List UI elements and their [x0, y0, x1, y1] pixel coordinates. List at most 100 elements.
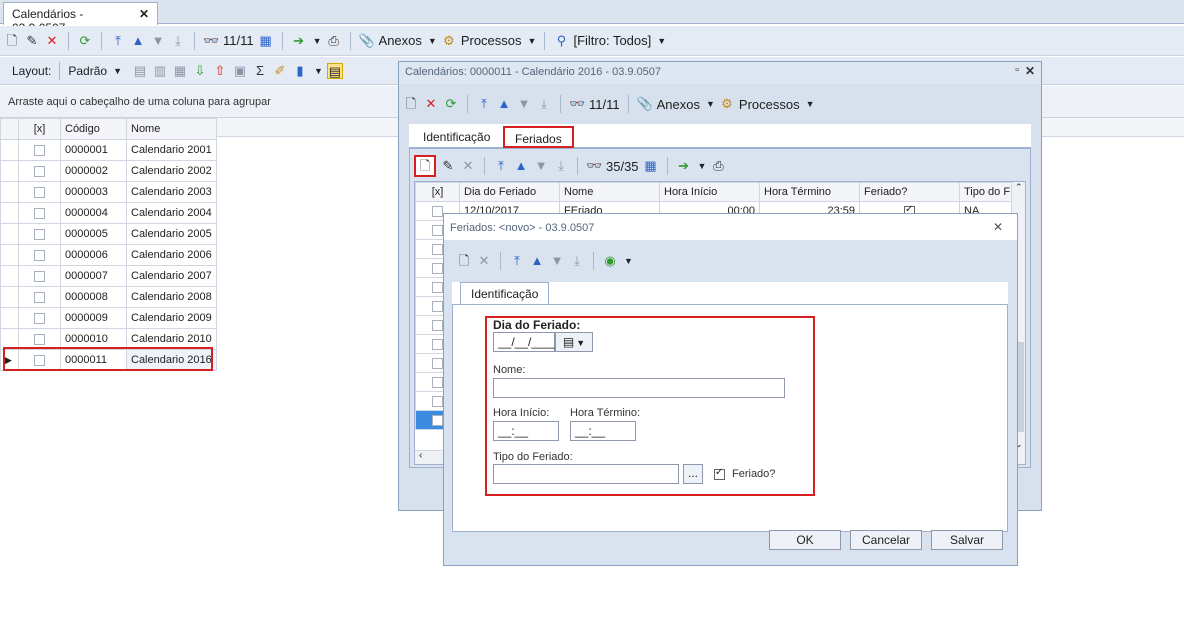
dia-input[interactable]: __/__/____: [493, 332, 558, 352]
new-document-icon[interactable]: 🗋: [456, 253, 472, 269]
row-checkbox[interactable]: [18, 307, 61, 329]
anexos-dropdown-icon[interactable]: ▼: [706, 99, 715, 109]
export-dropdown-icon[interactable]: ▼: [313, 36, 322, 46]
processos-button[interactable]: Processos: [461, 33, 522, 48]
table-row[interactable]: 0000003 Calendario 2003: [0, 181, 217, 203]
table-row[interactable]: 0000002 Calendario 2002: [0, 160, 217, 182]
export-dropdown-icon[interactable]: ▼: [698, 161, 707, 171]
last-record-icon[interactable]: ⤓: [170, 33, 186, 49]
layout-columns-icon[interactable]: ▦: [172, 63, 188, 79]
layout-select[interactable]: Padrão: [68, 64, 107, 78]
delete-icon[interactable]: ✕: [460, 158, 476, 174]
binoculars-icon[interactable]: 👓: [203, 33, 219, 49]
hora-termino-input[interactable]: __:__: [570, 421, 636, 441]
layout-export-icon[interactable]: ⇧: [212, 63, 228, 79]
previous-record-icon[interactable]: ▲: [513, 158, 529, 174]
anexos-dropdown-icon[interactable]: ▼: [428, 36, 437, 46]
next-record-icon[interactable]: ▼: [533, 158, 549, 174]
tab-feriados[interactable]: Feriados: [503, 126, 574, 148]
binoculars-icon[interactable]: 👓: [569, 96, 585, 112]
chart-icon[interactable]: ▮: [292, 63, 308, 79]
new-document-icon[interactable]: 🗋: [4, 33, 20, 49]
scroll-left-icon[interactable]: ‹: [419, 450, 422, 461]
previous-record-icon[interactable]: ▲: [529, 253, 545, 269]
table-row[interactable]: 0000001 Calendario 2001: [0, 139, 217, 161]
tab-identificacao[interactable]: Identificação: [460, 282, 550, 304]
close-tab-icon[interactable]: ✕: [139, 7, 149, 21]
delete-icon[interactable]: ✕: [423, 96, 439, 112]
sum-icon[interactable]: Σ: [252, 63, 268, 79]
row-checkbox[interactable]: [18, 139, 61, 161]
print-icon[interactable]: ⎙: [326, 33, 342, 49]
date-picker-button[interactable]: ▤ ▼: [555, 332, 593, 352]
tipo-input[interactable]: [493, 464, 679, 484]
ok-button[interactable]: OK: [769, 530, 841, 550]
chart-dropdown-icon[interactable]: ▼: [314, 66, 323, 76]
first-record-icon[interactable]: ⤒: [509, 253, 525, 269]
layout-copy-icon[interactable]: ▥: [152, 63, 168, 79]
last-record-icon[interactable]: ⤓: [553, 158, 569, 174]
hora-termino-column-header[interactable]: Hora Término: [759, 182, 860, 202]
first-record-icon[interactable]: ⤒: [476, 96, 492, 112]
last-record-icon[interactable]: ⤓: [536, 96, 552, 112]
anexos-button[interactable]: Anexos: [657, 97, 700, 112]
tab-identificacao[interactable]: Identificação: [413, 126, 500, 148]
processos-dropdown-icon[interactable]: ▼: [528, 36, 537, 46]
refresh-icon[interactable]: ⟳: [77, 33, 93, 49]
next-record-icon[interactable]: ▼: [516, 96, 532, 112]
export-icon[interactable]: ➔: [676, 158, 692, 174]
previous-record-icon[interactable]: ▲: [496, 96, 512, 112]
binoculars-icon[interactable]: 👓: [586, 158, 602, 174]
check-column-header[interactable]: [x]: [18, 118, 61, 140]
refresh-icon[interactable]: ⟳: [443, 96, 459, 112]
table-row[interactable]: 0000007 Calendario 2007: [0, 265, 217, 287]
calendar-grid-icon[interactable]: ▦: [643, 158, 659, 174]
nome-input[interactable]: [493, 378, 785, 398]
row-checkbox[interactable]: [18, 265, 61, 287]
row-checkbox[interactable]: [18, 160, 61, 182]
row-checkbox[interactable]: [18, 202, 61, 224]
dia-column-header[interactable]: Dia do Feriado: [459, 182, 560, 202]
filter-button[interactable]: [Filtro: Todos]: [573, 33, 651, 48]
next-record-icon[interactable]: ▼: [549, 253, 565, 269]
processos-button[interactable]: Processos: [739, 97, 800, 112]
feriado-checkbox[interactable]: [714, 467, 725, 480]
next-record-icon[interactable]: ▼: [150, 33, 166, 49]
edit-icon[interactable]: ✎: [24, 33, 40, 49]
layout-dropdown-icon[interactable]: ▼: [113, 66, 122, 76]
save-button[interactable]: Salvar: [931, 530, 1003, 550]
last-record-icon[interactable]: ⤓: [569, 253, 585, 269]
table-row[interactable]: 0000008 Calendario 2008: [0, 286, 217, 308]
close-window-icon[interactable]: ✕: [1025, 64, 1035, 78]
layout-grid-icon[interactable]: ▣: [232, 63, 248, 79]
delete-icon[interactable]: ✕: [44, 33, 60, 49]
globe-icon[interactable]: ◉: [602, 253, 618, 269]
layout-import-icon[interactable]: ⇩: [192, 63, 208, 79]
table-row[interactable]: 0000006 Calendario 2006: [0, 244, 217, 266]
previous-record-icon[interactable]: ▲: [130, 33, 146, 49]
filter-dropdown-icon[interactable]: ▼: [657, 36, 666, 46]
name-column-header[interactable]: Nome: [126, 118, 217, 140]
anexos-button[interactable]: Anexos: [379, 33, 422, 48]
first-record-icon[interactable]: ⤒: [493, 158, 509, 174]
row-checkbox[interactable]: [18, 286, 61, 308]
row-checkbox[interactable]: [18, 244, 61, 266]
layout-highlight-icon[interactable]: ✐: [272, 63, 288, 79]
row-checkbox[interactable]: [18, 181, 61, 203]
nome-column-header[interactable]: Nome: [559, 182, 660, 202]
edit-icon[interactable]: ✎: [440, 158, 456, 174]
close-window-icon[interactable]: ✕: [993, 220, 1003, 234]
feriado-column-header[interactable]: Feriado?: [859, 182, 960, 202]
processos-dropdown-icon[interactable]: ▼: [806, 99, 815, 109]
new-holiday-icon[interactable]: 🗋: [414, 155, 436, 177]
check-column-header[interactable]: [x]: [415, 182, 460, 202]
active-layout-icon[interactable]: ▤: [326, 62, 343, 79]
document-tab[interactable]: Calendários - 03.9.0507 ✕: [3, 2, 158, 35]
delete-icon[interactable]: ✕: [476, 253, 492, 269]
restore-icon[interactable]: ▫: [1015, 64, 1019, 76]
layout-save-icon[interactable]: ▤: [132, 63, 148, 79]
tipo-lookup-button[interactable]: ...: [683, 464, 703, 484]
cancel-button[interactable]: Cancelar: [850, 530, 922, 550]
table-row[interactable]: 0000004 Calendario 2004: [0, 202, 217, 224]
code-column-header[interactable]: Código: [60, 118, 127, 140]
